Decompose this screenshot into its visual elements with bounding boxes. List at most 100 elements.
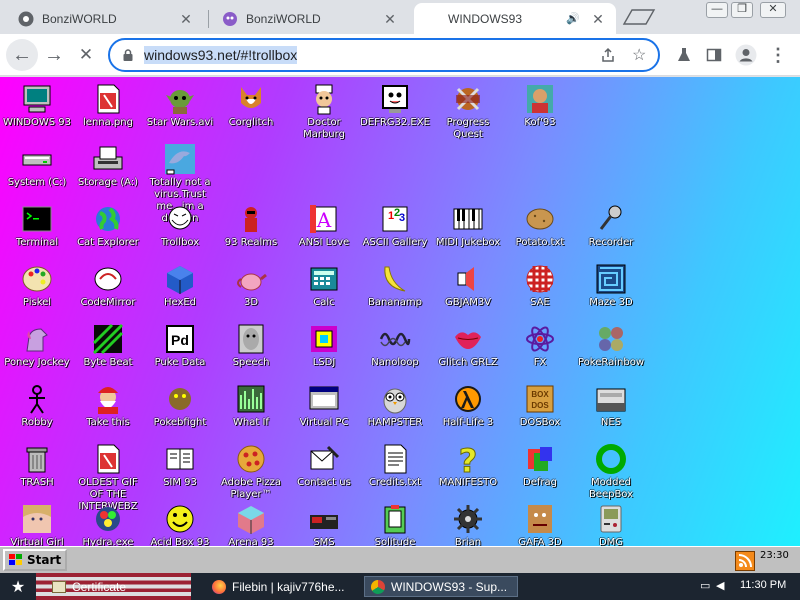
desktop-icon-hampster[interactable]: HAMPSTER — [360, 383, 430, 429]
desktop-icon-storage-a[interactable]: Storage (A:) — [73, 143, 143, 189]
address-bar[interactable]: windows93.net/#!trollbox ☆ — [108, 38, 660, 72]
back-button[interactable]: ← — [6, 39, 38, 71]
desktop-icon-sim-93[interactable]: SIM 93 — [145, 443, 215, 489]
desktop-icon-system-c[interactable]: System (C:) — [2, 143, 72, 189]
os-start-star-icon[interactable]: ★ — [0, 573, 36, 600]
desktop-icon-label: Half-Life 3 — [442, 417, 494, 428]
desktop-icon-bananamp[interactable]: Bananamp — [360, 263, 430, 309]
desktop-icon-credits-txt[interactable]: Credits.txt — [360, 443, 430, 489]
desktop-icon-progress-quest[interactable]: Progress Quest — [433, 83, 503, 141]
desktop-icon-windows-93[interactable]: WINDOWS 93 — [2, 83, 72, 129]
forward-button[interactable]: → — [38, 39, 70, 71]
taskbar-item-filebin[interactable]: Filebin | kajiv776he... — [206, 576, 358, 597]
desktop-icon-gbjam3v[interactable]: GBJAM3V — [433, 263, 503, 309]
desktop-icon-calc[interactable]: Calc — [289, 263, 359, 309]
profile-avatar[interactable] — [734, 43, 758, 67]
menu-kebab-icon[interactable]: ⋮ — [766, 43, 790, 67]
share-icon[interactable] — [600, 40, 616, 70]
desktop-icon-lenna-png[interactable]: lenna.png — [73, 83, 143, 129]
desktop-icon-what-if[interactable]: What If — [216, 383, 286, 429]
network-icon[interactable]: ▭ — [700, 579, 710, 592]
desktop-icon-solitude[interactable]: Solitude — [360, 503, 430, 546]
desktop-icon-manifesto[interactable]: ? MANIFESTO — [433, 442, 503, 489]
desktop-icon-acid-box-93[interactable]: Acid Box 93 — [145, 503, 215, 546]
stop-button[interactable]: ✕ — [70, 39, 102, 71]
desktop-icon-midi-jukebox[interactable]: MIDI Jukebox — [433, 203, 503, 249]
extension-flask-icon[interactable] — [672, 43, 696, 67]
desktop-icon-pokebfight[interactable]: Pokebfight — [145, 383, 215, 429]
desktop-icon-trash[interactable]: TRASH — [2, 443, 72, 489]
desktop-icon-sms[interactable]: SMS — [289, 503, 359, 546]
desktop-icon-doctor-marburg[interactable]: Doctor Marburg — [289, 83, 359, 141]
desktop-icon-dmg[interactable]: DMG — [576, 503, 646, 546]
desktop-icon-93-realms[interactable]: 93 Realms — [216, 203, 286, 249]
desktop-icon-label: LSDJ — [312, 357, 336, 368]
desktop-icon-nes[interactable]: NES — [576, 383, 646, 429]
desktop-icon-recorder[interactable]: Recorder — [576, 203, 646, 249]
stop-icon: ✕ — [78, 45, 94, 64]
desktop-icon-star-wars-avi[interactable]: Star Wars.avi — [145, 83, 215, 129]
tab-bonziworld-1[interactable]: BonziWORLD ✕ — [8, 3, 204, 34]
w93-start-button[interactable]: Start — [3, 549, 67, 571]
close-tab-icon[interactable]: ✕ — [590, 11, 606, 27]
desktop-icon-codemirror[interactable]: CodeMirror — [73, 263, 143, 309]
close-tab-icon[interactable]: ✕ — [178, 11, 194, 27]
new-tab-button[interactable] — [622, 8, 656, 26]
rss-tray-icon[interactable] — [735, 551, 755, 571]
bookmark-star-icon[interactable]: ☆ — [632, 40, 646, 70]
desktop-icon-arena-93[interactable]: Arena 93 — [216, 503, 286, 546]
desktop-icon-take-this[interactable]: Take this — [73, 383, 143, 429]
desktop-icon-lsdj[interactable]: LSDJ — [289, 323, 359, 369]
certificate-icon — [52, 580, 66, 593]
desktop-icon-ascii-gallery[interactable]: 1 2 3 ASCII Gallery — [360, 203, 430, 249]
desktop-icon-virtual-pc[interactable]: Virtual PC — [289, 383, 359, 429]
restore-icon[interactable]: ❐ — [731, 2, 753, 18]
audio-playing-icon[interactable]: 🔊 — [566, 12, 580, 25]
desktop-icon-maze-3d[interactable]: Maze 3D — [576, 263, 646, 309]
desktop-icon-virtual-girl[interactable]: Virtual Girl — [2, 503, 72, 546]
desktop-icon-piskel[interactable]: Piskel — [2, 263, 72, 309]
desktop-icon-kof-93[interactable]: Kof'93 — [505, 83, 575, 129]
desktop-icon-dosbox[interactable]: BOX DOS DOSBox — [505, 383, 575, 429]
desktop-icon-nanoloop[interactable]: Nanoloop — [360, 323, 430, 369]
desktop-icon-contact-us[interactable]: Contact us — [289, 443, 359, 489]
desktop-icon-hydra-exe[interactable]: Hydra.exe — [73, 503, 143, 546]
tab-windows93[interactable]: WINDOWS93 🔊 ✕ — [414, 3, 616, 34]
desktop-icon-byte-beat[interactable]: Byte Beat — [73, 323, 143, 369]
desktop-icon-half-life-3[interactable]: Half-Life 3 — [433, 383, 503, 429]
minimize-icon[interactable]: — — [706, 2, 728, 18]
desktop-icon-pokerainbow[interactable]: PokeRainbow — [576, 323, 646, 369]
desktop-icon-modded-beepbox[interactable]: Modded BeepBox — [576, 443, 646, 501]
desktop-icon-fx[interactable]: FX — [505, 323, 575, 369]
desktop-icon-terminal[interactable]: Terminal — [2, 203, 72, 249]
tab-bonziworld-2[interactable]: BonziWORLD ✕ — [212, 3, 408, 34]
desktop-icon-puke-data[interactable]: Pd Puke Data — [145, 323, 215, 369]
desktop-icon-sae[interactable]: SAE — [505, 263, 575, 309]
desktop-icon-defrag[interactable]: Defrag — [505, 443, 575, 489]
desktop-icon-hexed[interactable]: HexEd — [145, 263, 215, 309]
taskbar-item-certificate[interactable]: Certificate — [46, 576, 196, 597]
volume-icon[interactable]: ◀ — [716, 579, 724, 592]
desktop-icon-potato-txt[interactable]: Potato.txt — [505, 203, 575, 249]
desktop-icon-cat-explorer[interactable]: Cat Explorer — [73, 203, 143, 249]
desktop-icon-ansi-love[interactable]: A ANSI Love — [289, 203, 359, 249]
desktop-icon-adobe-pizza-player[interactable]: Adobe Pizza Player™ — [216, 443, 286, 501]
url-text[interactable]: windows93.net/#!trollbox — [144, 46, 298, 64]
desktop-icon-speech[interactable]: Speech — [216, 323, 286, 369]
desktop-icon-robby[interactable]: Robby — [2, 383, 72, 429]
close-tab-icon[interactable]: ✕ — [382, 11, 398, 27]
desktop-icon-trollbox[interactable]: Trollbox — [145, 203, 215, 249]
desktop-icon-gafa-3d[interactable]: GAFA 3D — [505, 503, 575, 546]
globe-icon — [92, 203, 124, 235]
desktop-icon-glitch-grlz[interactable]: Glitch GRLZ — [433, 323, 503, 369]
desktop-icon-3d[interactable]: 3D — [216, 263, 286, 309]
close-window-icon[interactable]: ✕ — [760, 2, 786, 18]
desktop-icon-defrg32-exe[interactable]: DEFRG32.EXE — [360, 83, 430, 129]
desktop-icon-corglitch[interactable]: Corglitch — [216, 83, 286, 129]
taskbar-item-windows93[interactable]: WINDOWS93 - Sup... — [364, 576, 518, 597]
side-panel-icon[interactable] — [702, 43, 726, 67]
calculator-icon — [308, 263, 340, 295]
desktop-icon-poney-jockey[interactable]: Poney Jockey — [2, 323, 72, 369]
desktop-icon-label: Recorder — [588, 237, 634, 248]
desktop-icon-brian[interactable]: Brian — [433, 503, 503, 546]
